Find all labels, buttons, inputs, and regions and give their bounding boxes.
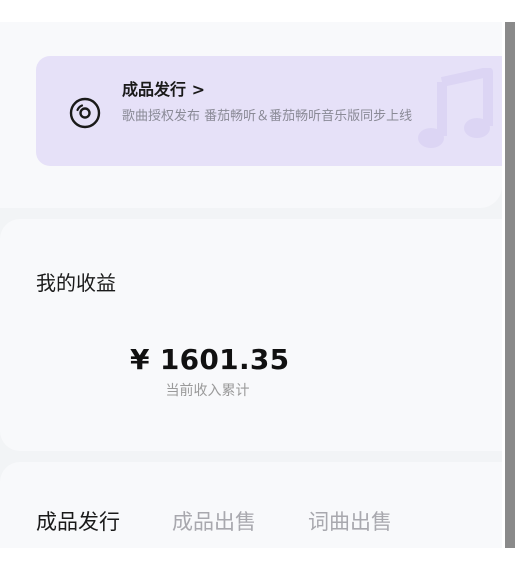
earnings-caption: 当前收入累计 xyxy=(165,383,250,399)
app-viewport: 成品发行 > 歌曲授权发布 番茄畅听＆番茄畅听音乐版同步上线 我的收益 ¥ 16… xyxy=(0,0,518,566)
earnings-amount: ¥ 1601.35 xyxy=(130,343,290,376)
earnings-amount-block: ¥ 1601.35 当前收入累计 xyxy=(130,343,290,400)
release-card: 成品发行 > 歌曲授权发布 番茄畅听＆番茄畅听音乐版同步上线 xyxy=(0,22,502,208)
music-note-icon xyxy=(418,68,493,148)
scrollbar-thumb[interactable] xyxy=(505,22,515,548)
release-description: 歌曲授权发布 番茄畅听＆番茄畅听音乐版同步上线 xyxy=(122,109,413,124)
top-strip xyxy=(0,0,518,22)
tab-product-sale[interactable]: 成品出售 xyxy=(172,506,256,536)
scrollbar[interactable] xyxy=(502,22,518,548)
tabs-card: 成品发行 成品出售 词曲出售 xyxy=(0,462,502,548)
release-banner[interactable]: 成品发行 > 歌曲授权发布 番茄畅听＆番茄畅听音乐版同步上线 xyxy=(36,56,502,166)
tab-lyrics-sale[interactable]: 词曲出售 xyxy=(308,506,392,536)
bottom-strip xyxy=(0,548,518,566)
earnings-card: 我的收益 ¥ 1601.35 当前收入累计 xyxy=(0,219,502,451)
tab-bar: 成品发行 成品出售 词曲出售 xyxy=(36,506,444,536)
earnings-title: 我的收益 xyxy=(36,271,116,295)
disc-icon xyxy=(69,97,101,129)
tab-release[interactable]: 成品发行 xyxy=(36,506,120,536)
release-title: 成品发行 > xyxy=(122,80,205,99)
